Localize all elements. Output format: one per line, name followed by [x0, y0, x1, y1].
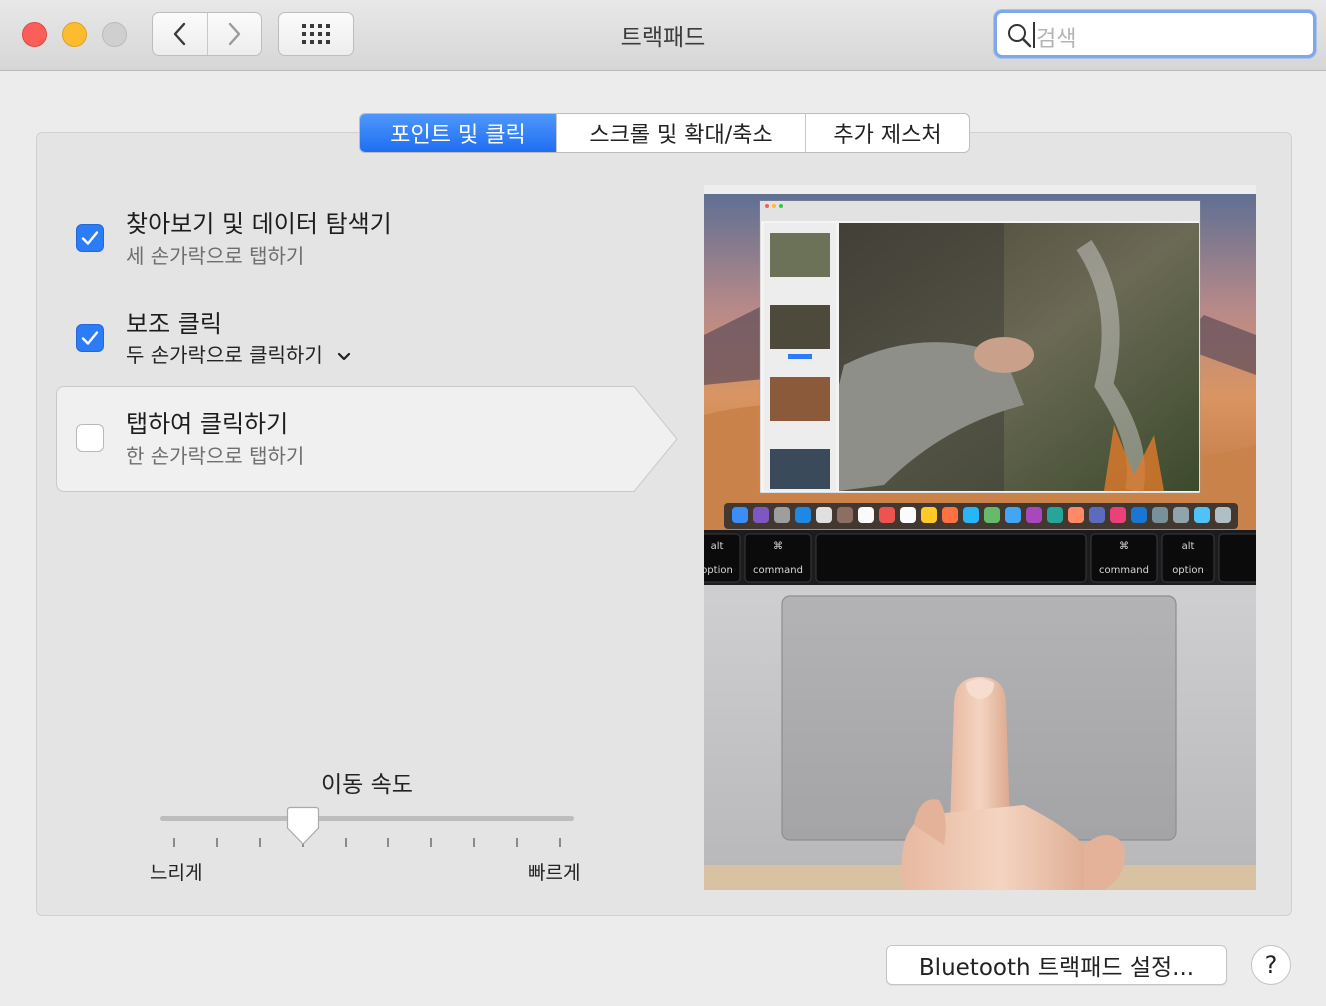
- secondary-click-checkbox[interactable]: [76, 324, 104, 352]
- key-bottom-label: command: [753, 565, 803, 576]
- dock-app-icon: [1110, 507, 1126, 523]
- gesture-preview-image: alt option ⌘ command ⌘ command alt option: [704, 185, 1256, 890]
- dock-app-icon: [753, 507, 769, 523]
- slider-tick: [430, 838, 433, 847]
- dock-app-icon: [900, 507, 916, 523]
- slider-tick: [473, 838, 476, 847]
- tab-scroll-and-zoom[interactable]: 스크롤 및 확대/축소: [556, 114, 805, 152]
- gesture-preview-illustration: alt option ⌘ command ⌘ command alt option: [704, 185, 1256, 890]
- search-icon: [1008, 24, 1032, 48]
- dock-app-icon: [1131, 507, 1147, 523]
- dock-app-icon: [963, 507, 979, 523]
- search-placeholder[interactable]: 검색: [1036, 21, 1076, 53]
- dock-app-icon: [816, 507, 832, 523]
- dock-app-icon: [795, 507, 811, 523]
- key-top-label: ⌘: [1119, 541, 1129, 552]
- bluetooth-trackpad-setup-button[interactable]: Bluetooth 트랙패드 설정...: [886, 945, 1227, 985]
- dock-app-icon: [858, 507, 874, 523]
- key-top-label: ⌘: [773, 541, 783, 552]
- option-title: 찾아보기 및 데이터 탐색기: [126, 210, 392, 238]
- dock-app-icon: [1089, 507, 1105, 523]
- text-cursor: [1033, 22, 1035, 48]
- dock-app-icon: [1047, 507, 1063, 523]
- slow-label: 느리게: [150, 862, 203, 884]
- dock-app-icon: [879, 507, 895, 523]
- option-subtitle: 한 손가락으로 탭하기: [126, 444, 305, 468]
- dock-app-icon: [774, 507, 790, 523]
- dock-app-icon: [837, 507, 853, 523]
- tap-to-click-checkbox[interactable]: [76, 424, 104, 452]
- chevron-down-icon: [337, 352, 351, 361]
- key-top-label: alt: [1182, 541, 1195, 552]
- dock-app-icon: [732, 507, 748, 523]
- tracking-speed-label: 이동 속도: [321, 772, 413, 798]
- key-top-label: alt: [711, 541, 724, 552]
- secondary-click-popup[interactable]: 두 손가락으로 클릭하기: [126, 339, 351, 368]
- tab-point-and-click[interactable]: 포인트 및 클릭: [360, 114, 556, 152]
- key-bottom-label: command: [1099, 565, 1149, 576]
- tracking-speed-ticks: [173, 838, 561, 848]
- dock-app-icon: [1152, 507, 1168, 523]
- key-bottom-label: option: [704, 565, 733, 576]
- dock-app-icon: [1173, 507, 1189, 523]
- tab-bar: 포인트 및 클릭 스크롤 및 확대/축소 추가 제스처: [359, 113, 970, 153]
- dock-app-icon: [1194, 507, 1210, 523]
- help-button[interactable]: ?: [1251, 945, 1291, 985]
- option-title: 보조 클릭: [126, 310, 222, 338]
- checkmark-icon: [81, 331, 99, 345]
- keyboard-key: [815, 533, 1087, 583]
- option-title: 탭하여 클릭하기: [126, 410, 289, 438]
- tab-more-gestures[interactable]: 추가 제스처: [805, 114, 969, 152]
- dock-app-icon: [1005, 507, 1021, 523]
- slider-tick: [173, 838, 175, 847]
- slider-tick: [215, 838, 218, 847]
- dock-app-icon: [921, 507, 937, 523]
- secondary-click-popup-value: 두 손가락으로 클릭하기: [126, 343, 323, 367]
- key-bottom-label: option: [1172, 565, 1204, 576]
- slider-tick: [516, 838, 519, 847]
- search-field[interactable]: 검색: [994, 10, 1316, 58]
- dock-app-icon: [942, 507, 958, 523]
- slider-tick: [344, 838, 347, 847]
- slider-tick: [258, 838, 261, 847]
- slider-tick: [559, 838, 561, 847]
- option-subtitle: 세 손가락으로 탭하기: [126, 244, 305, 268]
- keyboard-key: [1218, 533, 1256, 583]
- dock-app-icon: [1068, 507, 1084, 523]
- look-up-checkbox[interactable]: [76, 224, 104, 252]
- tracking-speed-track[interactable]: [160, 816, 574, 821]
- tracking-speed-thumb[interactable]: [286, 806, 320, 846]
- slider-tick: [387, 838, 390, 847]
- dock-app-icon: [1215, 507, 1231, 523]
- dock-app-icon: [984, 507, 1000, 523]
- fast-label: 빠르게: [528, 862, 581, 884]
- checkmark-icon: [81, 231, 99, 245]
- title-bar: 트랙패드 검색: [0, 0, 1326, 71]
- dock-app-icon: [1026, 507, 1042, 523]
